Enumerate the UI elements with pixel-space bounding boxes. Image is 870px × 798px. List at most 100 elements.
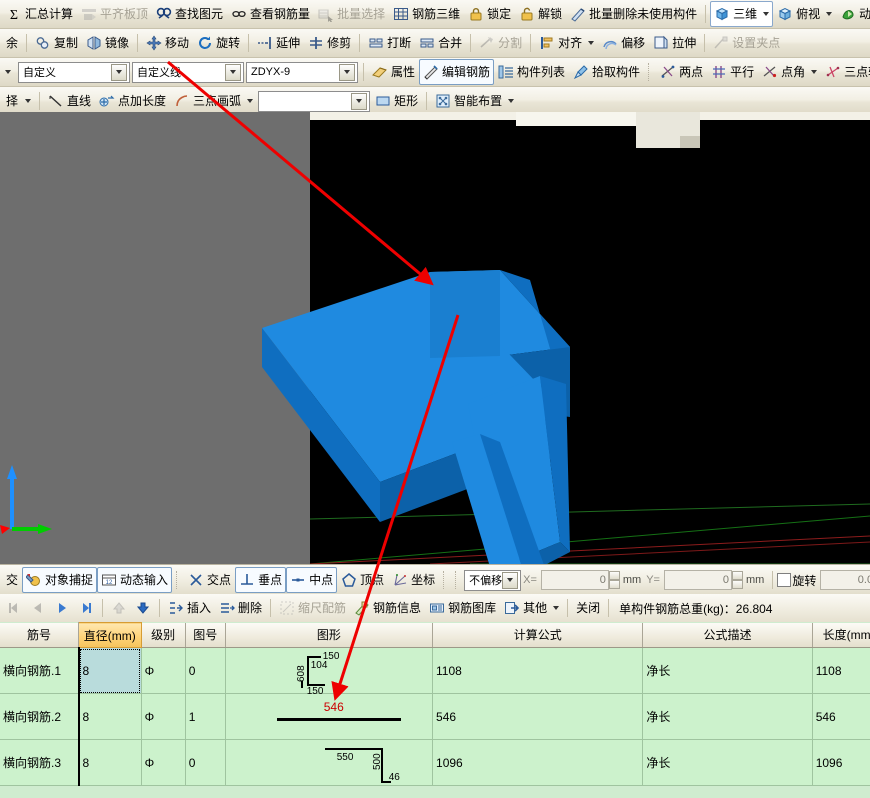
rebar-info-button[interactable]: 钢筋信息 bbox=[350, 595, 425, 621]
cell-jibie[interactable]: Φ bbox=[141, 648, 185, 694]
cell-jinhao[interactable]: 横向钢筋.1 bbox=[0, 648, 79, 694]
snap-midpoint[interactable]: 中点 bbox=[286, 567, 337, 593]
cell-zhijing[interactable]: 8 bbox=[79, 694, 142, 740]
cell-jisuan[interactable]: 546 bbox=[433, 694, 643, 740]
line-tool-button[interactable]: 直线 bbox=[44, 88, 95, 114]
copy-button[interactable]: 复制 bbox=[31, 30, 82, 56]
move-button[interactable]: 移动 bbox=[142, 30, 193, 56]
cell-jinhao[interactable]: 横向钢筋.3 bbox=[0, 740, 79, 786]
chevron-down-icon[interactable] bbox=[247, 99, 253, 103]
cell-zhijing[interactable]: 8 bbox=[79, 648, 142, 694]
column-header-zhijing[interactable]: 直径(mm) bbox=[79, 623, 142, 648]
snap-intersection[interactable]: 交点 bbox=[184, 567, 235, 593]
offset-mode-combo[interactable]: 不偏移 bbox=[464, 570, 521, 591]
column-header-tuhao[interactable]: 图号 bbox=[185, 623, 225, 648]
chevron-down-icon[interactable] bbox=[25, 99, 31, 103]
chevron-down-icon[interactable] bbox=[225, 64, 241, 81]
column-header-miaoshu[interactable]: 公式描述 bbox=[643, 623, 812, 648]
chevron-down-icon[interactable] bbox=[339, 64, 355, 81]
component-subtype-combo[interactable]: 自定义线 bbox=[132, 62, 244, 83]
close-button[interactable]: 关闭 bbox=[572, 595, 604, 621]
arc-mode-combo[interactable] bbox=[258, 91, 370, 112]
table-row[interactable]: 横向钢筋.38Φ0550500461096净长10961503 bbox=[0, 740, 870, 786]
rectangle-button[interactable]: 矩形 bbox=[371, 88, 422, 114]
three-point-aux-axis-button[interactable]: 三点辅轴 bbox=[821, 59, 870, 85]
summary-calc-button[interactable]: Σ汇总计算 bbox=[2, 1, 77, 27]
dynamic-input-toggle[interactable]: 12动态输入 bbox=[97, 567, 172, 593]
view-3d-button[interactable]: 三维 bbox=[710, 1, 773, 27]
x-coordinate-input[interactable]: 0 bbox=[541, 570, 609, 590]
rebar-table[interactable]: 筋号直径(mm)级别图号图形计算公式公式描述长度(mm)根数搭接损 横向钢筋.1… bbox=[0, 622, 870, 798]
cell-miaoshu[interactable]: 净长 bbox=[643, 694, 812, 740]
cell-jibie[interactable]: Φ bbox=[141, 694, 185, 740]
column-header-jisuan[interactable]: 计算公式 bbox=[433, 623, 643, 648]
mirror-button[interactable]: 镜像 bbox=[82, 30, 133, 56]
component-name-combo[interactable]: ZDYX-9 bbox=[246, 62, 358, 83]
cell-jinhao[interactable]: 横向钢筋.2 bbox=[0, 694, 79, 740]
cell-tuxing[interactable]: 546 bbox=[225, 694, 432, 740]
three-point-arc-button[interactable]: 三点画弧 bbox=[170, 88, 257, 114]
trim-button[interactable]: 修剪 bbox=[304, 30, 355, 56]
stretch-button[interactable]: 拉伸 bbox=[649, 30, 700, 56]
insert-row-button[interactable]: 插入 bbox=[164, 595, 215, 621]
find-element-button[interactable]: 查找图元 bbox=[152, 1, 227, 27]
cell-miaoshu[interactable]: 净长 bbox=[643, 648, 812, 694]
component-type-combo[interactable]: 自定义 bbox=[18, 62, 130, 83]
unlock-button[interactable]: 解锁 bbox=[515, 1, 566, 27]
cell-jisuan[interactable]: 1096 bbox=[433, 740, 643, 786]
component-list-button[interactable]: 构件列表 bbox=[494, 59, 569, 85]
chevron-down-icon[interactable] bbox=[811, 70, 817, 74]
column-header-jinhao[interactable]: 筋号 bbox=[0, 623, 79, 648]
properties-button[interactable]: 属性 bbox=[368, 59, 419, 85]
cell-tuhao[interactable]: 0 bbox=[185, 740, 225, 786]
cell-tuhao[interactable]: 0 bbox=[185, 648, 225, 694]
point-angle-axis-button[interactable]: 点角 bbox=[758, 59, 821, 85]
chevron-down-icon[interactable] bbox=[588, 41, 594, 45]
rotate-checkbox[interactable] bbox=[777, 573, 791, 587]
cell-jisuan[interactable]: 1108 bbox=[433, 648, 643, 694]
move-down-button[interactable] bbox=[131, 595, 155, 621]
offset-button[interactable]: 偏移 bbox=[598, 30, 649, 56]
model-3d-viewport[interactable] bbox=[0, 112, 870, 564]
align-button[interactable]: 对齐 bbox=[535, 30, 598, 56]
column-header-changdu[interactable]: 长度(mm) bbox=[812, 623, 870, 648]
table-row[interactable]: 横向钢筋.18Φ06081041501501108净长11081503 bbox=[0, 648, 870, 694]
parallel-axis-button[interactable]: 平行 bbox=[707, 59, 758, 85]
rebar-library-button[interactable]: 钢筋图库 bbox=[425, 595, 500, 621]
cell-jibie[interactable]: Φ bbox=[141, 740, 185, 786]
snap-vertex[interactable]: 顶点 bbox=[337, 567, 388, 593]
batch-delete-unused-button[interactable]: 批量删除未使用构件 bbox=[566, 1, 701, 27]
two-point-axis-button[interactable]: 两点 bbox=[656, 59, 707, 85]
snap-perpendicular[interactable]: 垂点 bbox=[235, 567, 286, 593]
nav-last-button[interactable] bbox=[74, 595, 98, 621]
rebar-3d-button[interactable]: 钢筋三维 bbox=[389, 1, 464, 27]
object-snap-toggle[interactable]: 对象捕捉 bbox=[22, 567, 97, 593]
nav-next-button[interactable] bbox=[50, 595, 74, 621]
cell-miaoshu[interactable]: 净长 bbox=[643, 740, 812, 786]
smart-layout-button[interactable]: 智能布置 bbox=[431, 88, 518, 114]
cell-changdu[interactable]: 1096 bbox=[812, 740, 870, 786]
cell-tuxing[interactable]: 55050046 bbox=[225, 740, 432, 786]
point-plus-length-button[interactable]: 点加长度 bbox=[95, 88, 170, 114]
chevron-down-icon[interactable] bbox=[826, 12, 832, 16]
break-button[interactable]: 打断 bbox=[364, 30, 415, 56]
rotate-input[interactable]: 0.000 bbox=[820, 570, 870, 590]
snap-coordinate[interactable]: 坐标 bbox=[388, 567, 439, 593]
cell-changdu[interactable]: 1108 bbox=[812, 648, 870, 694]
chevron-down-icon[interactable] bbox=[5, 70, 11, 74]
pick-component-button[interactable]: 拾取构件 bbox=[569, 59, 644, 85]
delete-row-button[interactable]: 删除 bbox=[215, 595, 266, 621]
cell-tuhao[interactable]: 1 bbox=[185, 694, 225, 740]
y-coordinate-input[interactable]: 0 bbox=[664, 570, 732, 590]
column-header-tuxing[interactable]: 图形 bbox=[225, 623, 432, 648]
y-spinner[interactable] bbox=[732, 571, 743, 589]
chevron-down-icon[interactable] bbox=[763, 12, 769, 16]
view-rebar-quantity-button[interactable]: 查看钢筋量 bbox=[227, 1, 314, 27]
lock-button[interactable]: 锁定 bbox=[464, 1, 515, 27]
edit-rebar-button[interactable]: 编辑钢筋 bbox=[419, 59, 494, 85]
view-top-button[interactable]: 俯视 bbox=[773, 1, 836, 27]
merge-button[interactable]: 合并 bbox=[415, 30, 466, 56]
extend-button[interactable]: 延伸 bbox=[253, 30, 304, 56]
chevron-down-icon[interactable] bbox=[351, 93, 367, 110]
rotate-button[interactable]: 旋转 bbox=[193, 30, 244, 56]
